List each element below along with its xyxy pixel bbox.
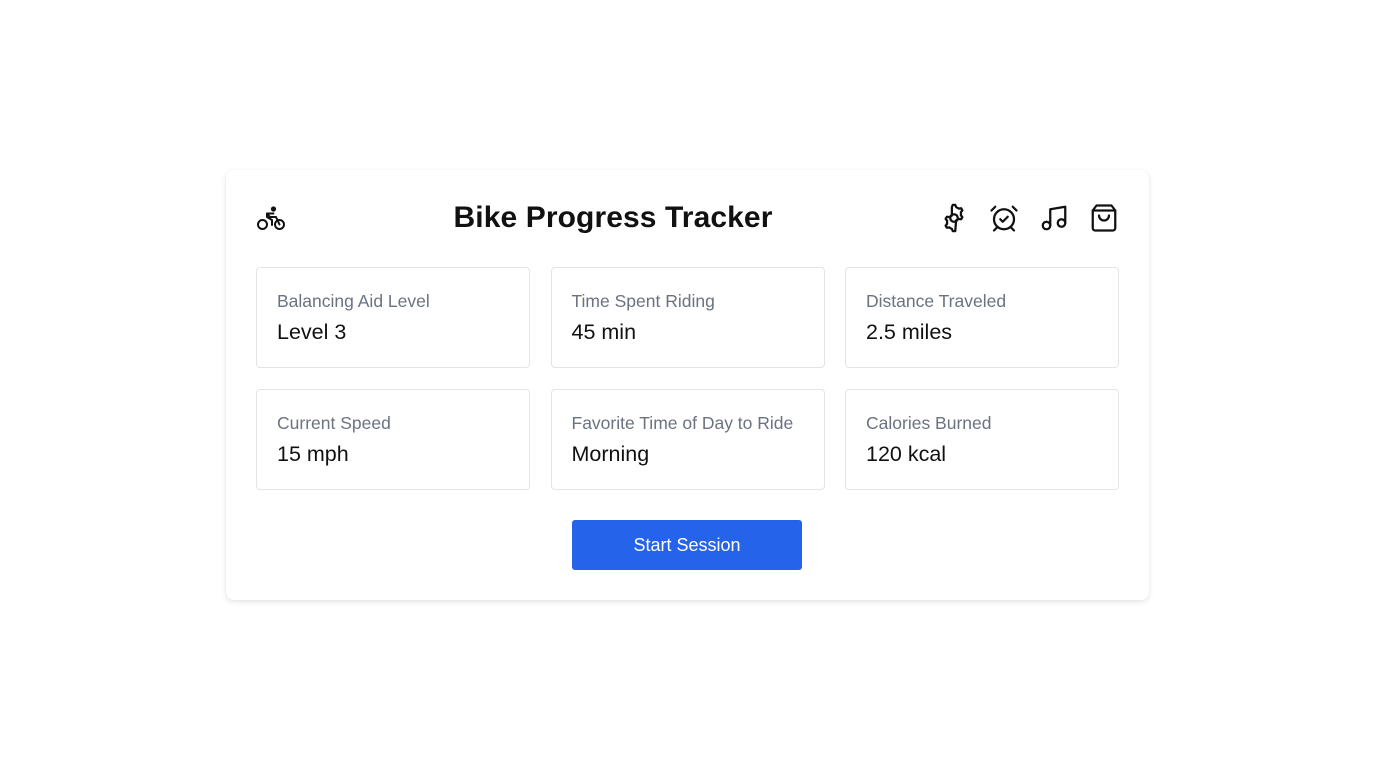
stat-card-distance-traveled: Distance Traveled 2.5 miles (845, 267, 1119, 368)
stat-value: 45 min (571, 320, 637, 344)
shopping-bag-icon[interactable] (1089, 203, 1119, 233)
tracker-card: Bike Progress Tracker Balancing Aid Leve… (226, 170, 1149, 600)
card-header: Bike Progress Tracker (256, 200, 1119, 236)
stat-value: 15 mph (277, 442, 349, 466)
stat-card-time-spent-riding: Time Spent Riding 45 min (550, 267, 825, 368)
stat-label: Favorite Time of Day to Ride (571, 413, 794, 433)
stat-label: Time Spent Riding (571, 291, 715, 311)
start-session-button[interactable]: Start Session (572, 520, 802, 570)
stat-card-calories-burned: Calories Burned 120 kcal (845, 389, 1119, 490)
page-title: Bike Progress Tracker (453, 201, 773, 234)
header-actions (939, 203, 1119, 233)
stat-value: Level 3 (277, 320, 347, 344)
stat-card-current-speed: Current Speed 15 mph (256, 389, 530, 490)
stat-card-balancing-aid-level: Balancing Aid Level Level 3 (256, 267, 530, 368)
stats-grid: Balancing Aid Level Level 3 Time Spent R… (256, 267, 1119, 490)
stat-label: Distance Traveled (866, 291, 1007, 311)
stat-label: Current Speed (277, 413, 391, 433)
alarm-clock-check-icon[interactable] (989, 203, 1019, 233)
stat-label: Balancing Aid Level (277, 291, 430, 311)
stat-label: Calories Burned (866, 413, 992, 433)
stat-value: 2.5 miles (866, 320, 953, 344)
music-note-icon[interactable] (1039, 203, 1069, 233)
stat-value: 120 kcal (866, 442, 947, 466)
stat-value: Morning (571, 442, 650, 466)
stat-card-favorite-time-of-day: Favorite Time of Day to Ride Morning (550, 389, 825, 490)
gear-icon[interactable] (939, 203, 969, 233)
